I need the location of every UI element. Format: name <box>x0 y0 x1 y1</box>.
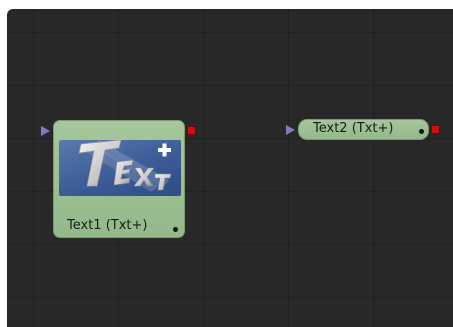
text2-input-port[interactable] <box>286 125 295 135</box>
flow-canvas[interactable]: Text1 (Txt+) Text2 (Txt+) <box>7 9 453 327</box>
text1-output-port[interactable] <box>187 126 196 135</box>
node-text2[interactable]: Text2 (Txt+) <box>298 119 429 140</box>
text-plus-tool-icon <box>59 140 181 196</box>
node-text1-label: Text1 (Txt+) <box>67 218 148 233</box>
text1-input-port[interactable] <box>41 126 50 136</box>
node-text2-label: Text2 (Txt+) <box>313 121 394 136</box>
view-indicator-dot[interactable] <box>173 227 178 232</box>
view-indicator-dot[interactable] <box>419 129 424 134</box>
node-text1[interactable]: Text1 (Txt+) <box>53 120 185 238</box>
text2-output-port[interactable] <box>431 125 440 134</box>
